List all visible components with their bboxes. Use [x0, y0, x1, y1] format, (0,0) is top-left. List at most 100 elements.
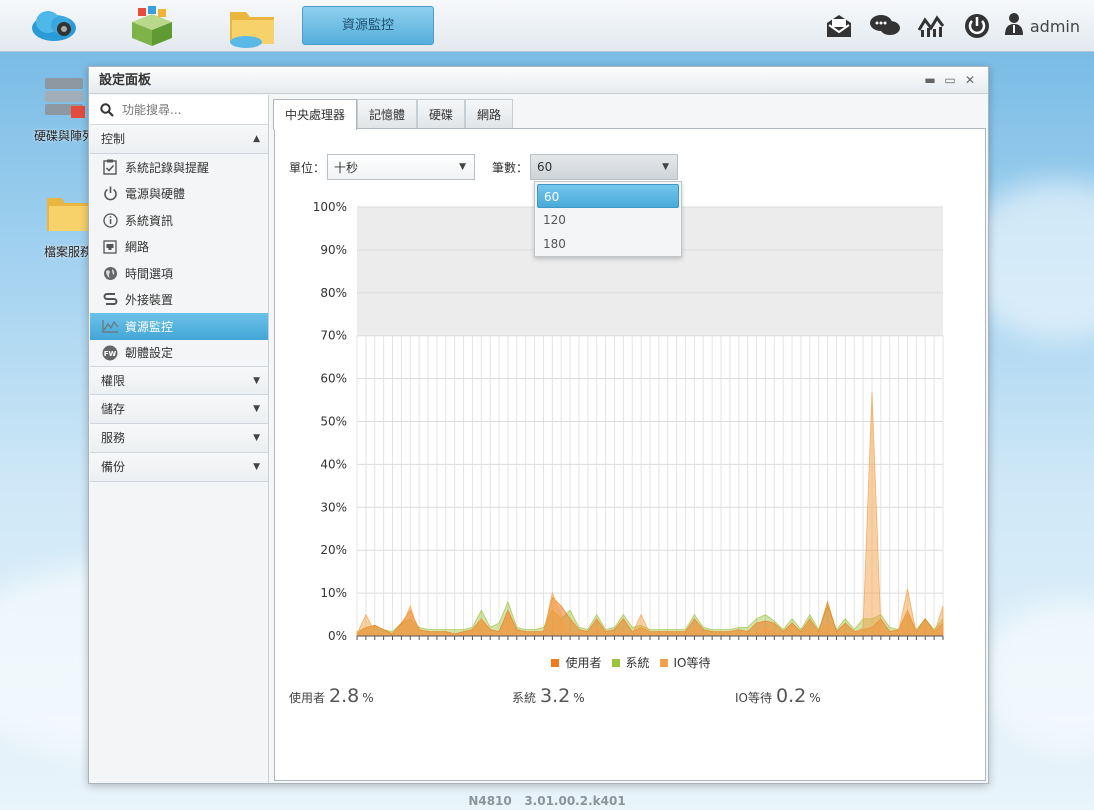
tab-disk[interactable]: 硬碟: [417, 99, 466, 129]
sidebar-item-label: 資源監控: [125, 319, 174, 334]
svg-text:FW: FW: [104, 350, 117, 358]
globe-icon: [101, 265, 119, 281]
info-icon: [101, 212, 119, 228]
legend-label: 使用者: [565, 656, 602, 670]
legend-label: IO等待: [673, 656, 711, 670]
chat-icon[interactable]: [868, 11, 902, 41]
chevron-down-icon: ▼: [253, 462, 260, 472]
sidebar-item-network[interactable]: 網路: [90, 234, 268, 261]
sidebar-section-permissions[interactable]: 權限 ▼: [90, 366, 268, 395]
fw-icon: FW: [101, 345, 119, 361]
maximize-icon[interactable]: ▭: [940, 67, 960, 94]
clipboard-check-icon: [101, 159, 119, 175]
tab-network[interactable]: 網路: [465, 99, 514, 129]
window-title: 設定面板: [99, 73, 152, 88]
footer-version: N4810 3.01.00.2.k401: [0, 794, 1094, 808]
usb-icon: [101, 292, 119, 308]
sidebar-item-power-hardware[interactable]: 電源與硬體: [90, 181, 268, 208]
stat-value: 2.8: [329, 685, 360, 707]
file-explorer-icon[interactable]: [226, 4, 278, 48]
count-option-120[interactable]: 120: [537, 208, 679, 232]
tab-cpu[interactable]: 中央處理器: [273, 99, 358, 130]
sidebar-item-label: 網路: [125, 240, 150, 255]
legend-swatch: [551, 658, 560, 667]
resource-monitor-icon[interactable]: [914, 11, 948, 41]
y-tick-label: 20%: [320, 543, 347, 557]
search-input[interactable]: [122, 102, 252, 117]
minimize-icon[interactable]: ▬: [920, 67, 940, 94]
settings-window: 設定面板 ▬ ▭ ✕ 控制 ▲ 系統記錄與提醒 電源與硬體 系統資訊: [88, 66, 989, 784]
footer-model: N4810: [468, 794, 512, 808]
sidebar-item-system-log[interactable]: 系統記錄與提醒: [90, 154, 268, 181]
sidebar-item-firmware[interactable]: FW 韌體設定: [90, 340, 268, 367]
sidebar: 控制 ▲ 系統記錄與提醒 電源與硬體 系統資訊 網路 時間選項 外接裝置: [90, 95, 269, 783]
footer-version-number: 3.01.00.2.k401: [524, 794, 626, 808]
mail-icon[interactable]: [822, 11, 856, 41]
close-icon[interactable]: ✕: [960, 67, 980, 94]
chart-legend: 使用者 系統 IO等待: [275, 654, 987, 671]
stat-system: 系統 3.2%: [512, 685, 585, 707]
search-icon: [100, 102, 114, 117]
stat-label: 系統: [512, 691, 537, 705]
sidebar-section-backup[interactable]: 備份 ▼: [90, 453, 268, 482]
sidebar-item-system-info[interactable]: 系統資訊: [90, 207, 268, 234]
sidebar-item-label: 電源與硬體: [125, 187, 186, 202]
stat-unit: %: [573, 691, 585, 705]
stat-label: IO等待: [735, 691, 772, 705]
y-tick-label: 60%: [320, 372, 347, 386]
stat-value: 0.2: [776, 685, 807, 707]
legend-label: 系統: [625, 656, 650, 670]
stat-label: 使用者: [289, 691, 326, 705]
stat-unit: %: [809, 691, 821, 705]
user-menu[interactable]: admin: [1004, 12, 1080, 40]
power-icon[interactable]: [960, 11, 994, 41]
stat-unit: %: [362, 691, 374, 705]
power-icon: [101, 186, 119, 202]
cloud-app-icon[interactable]: [28, 4, 80, 48]
sidebar-item-label: 韌體設定: [125, 346, 174, 361]
sidebar-item-external-devices[interactable]: 外接裝置: [90, 287, 268, 314]
section-label: 備份: [101, 460, 126, 474]
y-tick-label: 0%: [328, 629, 347, 643]
section-label: 控制: [101, 132, 126, 146]
sidebar-item-resource-monitor[interactable]: 資源監控: [90, 313, 268, 340]
stat-value: 3.2: [540, 685, 571, 707]
y-tick-label: 10%: [320, 586, 347, 600]
tab-memory[interactable]: 記憶體: [357, 99, 418, 129]
y-tick-label: 90%: [320, 243, 347, 257]
sidebar-section-services[interactable]: 服務 ▼: [90, 424, 268, 453]
taskbar: 資源監控 admin: [0, 0, 1094, 52]
legend-swatch: [611, 658, 620, 667]
count-dropdown-list: 60 120 180: [534, 181, 682, 257]
desktop-icon-storage[interactable]: 硬碟與陣列: [34, 76, 94, 144]
chevron-up-icon: ▲: [253, 134, 260, 144]
chart-icon: [101, 318, 119, 334]
chevron-down-icon: ▼: [253, 404, 260, 414]
y-tick-label: 80%: [320, 286, 347, 300]
legend-swatch: [659, 658, 668, 667]
count-option-60[interactable]: 60: [537, 184, 679, 208]
window-titlebar[interactable]: 設定面板 ▬ ▭ ✕: [89, 67, 988, 94]
app-center-icon[interactable]: [126, 4, 178, 48]
user-icon: [1004, 12, 1024, 40]
main-content: 中央處理器 記憶體 硬碟 網路 單位： 十秒 ▼ 筆數： 60 ▼ 60 120: [273, 99, 987, 781]
section-label: 權限: [101, 374, 126, 388]
taskbar-tab-resource-monitor[interactable]: 資源監控: [302, 6, 434, 45]
server-icon: [45, 78, 85, 118]
y-tick-label: 40%: [320, 457, 347, 471]
legend-item-iowait: IO等待: [659, 654, 711, 671]
sidebar-section-storage[interactable]: 儲存 ▼: [90, 395, 268, 424]
tab-bar: 中央處理器 記憶體 硬碟 網路: [273, 99, 987, 130]
sidebar-item-time[interactable]: 時間選項: [90, 260, 268, 287]
y-tick-label: 50%: [320, 415, 347, 429]
section-label: 服務: [101, 431, 126, 445]
chevron-down-icon: ▼: [253, 376, 260, 386]
cpu-panel: 單位： 十秒 ▼ 筆數： 60 ▼ 60 120 180 0% 10% 20% 30%…: [274, 128, 986, 781]
sidebar-item-label: 系統記錄與提醒: [125, 160, 210, 175]
sidebar-item-label: 時間選項: [125, 266, 174, 281]
y-tick-label: 30%: [320, 500, 347, 514]
count-option-180[interactable]: 180: [537, 232, 679, 256]
sidebar-section-control[interactable]: 控制 ▲: [90, 125, 268, 154]
search-box: [90, 95, 268, 125]
stat-user: 使用者 2.8%: [289, 685, 374, 707]
